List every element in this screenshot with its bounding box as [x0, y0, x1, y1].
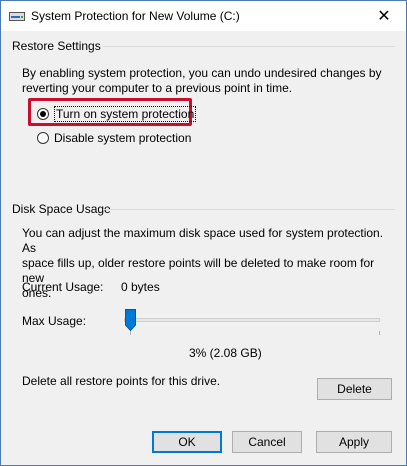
radio-turn-on[interactable]: Turn on system protection: [37, 106, 197, 122]
drive-icon: [9, 12, 25, 21]
dialog-window: System Protection for New Volume (C:) ✕ …: [0, 0, 407, 466]
current-usage-label: Current Usage:: [22, 280, 104, 294]
max-usage-value: 3% (2.08 GB): [189, 346, 262, 360]
delete-button[interactable]: Delete: [317, 378, 392, 400]
max-usage-label: Max Usage:: [22, 314, 87, 328]
radio-label-turn-on: Turn on system protection: [54, 106, 197, 122]
radio-disable[interactable]: Disable system protection: [37, 131, 191, 145]
close-button[interactable]: ✕: [362, 1, 406, 31]
radio-button-selected[interactable]: [37, 108, 49, 120]
close-icon: ✕: [377, 8, 391, 25]
cancel-button[interactable]: Cancel: [232, 431, 302, 453]
disk-space-usage-label: Disk Space Usage: [12, 202, 111, 216]
ok-button[interactable]: OK: [152, 431, 222, 453]
window-title: System Protection for New Volume (C:): [31, 9, 240, 23]
current-usage-value: 0 bytes: [121, 280, 160, 294]
title-bar: System Protection for New Volume (C:) ✕: [1, 1, 406, 31]
max-usage-slider-thumb[interactable]: [125, 309, 136, 331]
slider-tick: [379, 331, 380, 335]
group-divider: [103, 209, 395, 210]
group-divider: [103, 46, 395, 47]
restore-settings-label: Restore Settings: [12, 39, 101, 53]
radio-label-disable: Disable system protection: [54, 131, 192, 145]
slider-tick: [130, 331, 131, 335]
radio-button-unselected[interactable]: [37, 132, 49, 144]
restore-settings-description: By enabling system protection, you can u…: [22, 66, 382, 95]
max-usage-slider-track[interactable]: [124, 318, 380, 322]
apply-button[interactable]: Apply: [316, 431, 392, 453]
delete-description: Delete all restore points for this drive…: [22, 374, 221, 388]
